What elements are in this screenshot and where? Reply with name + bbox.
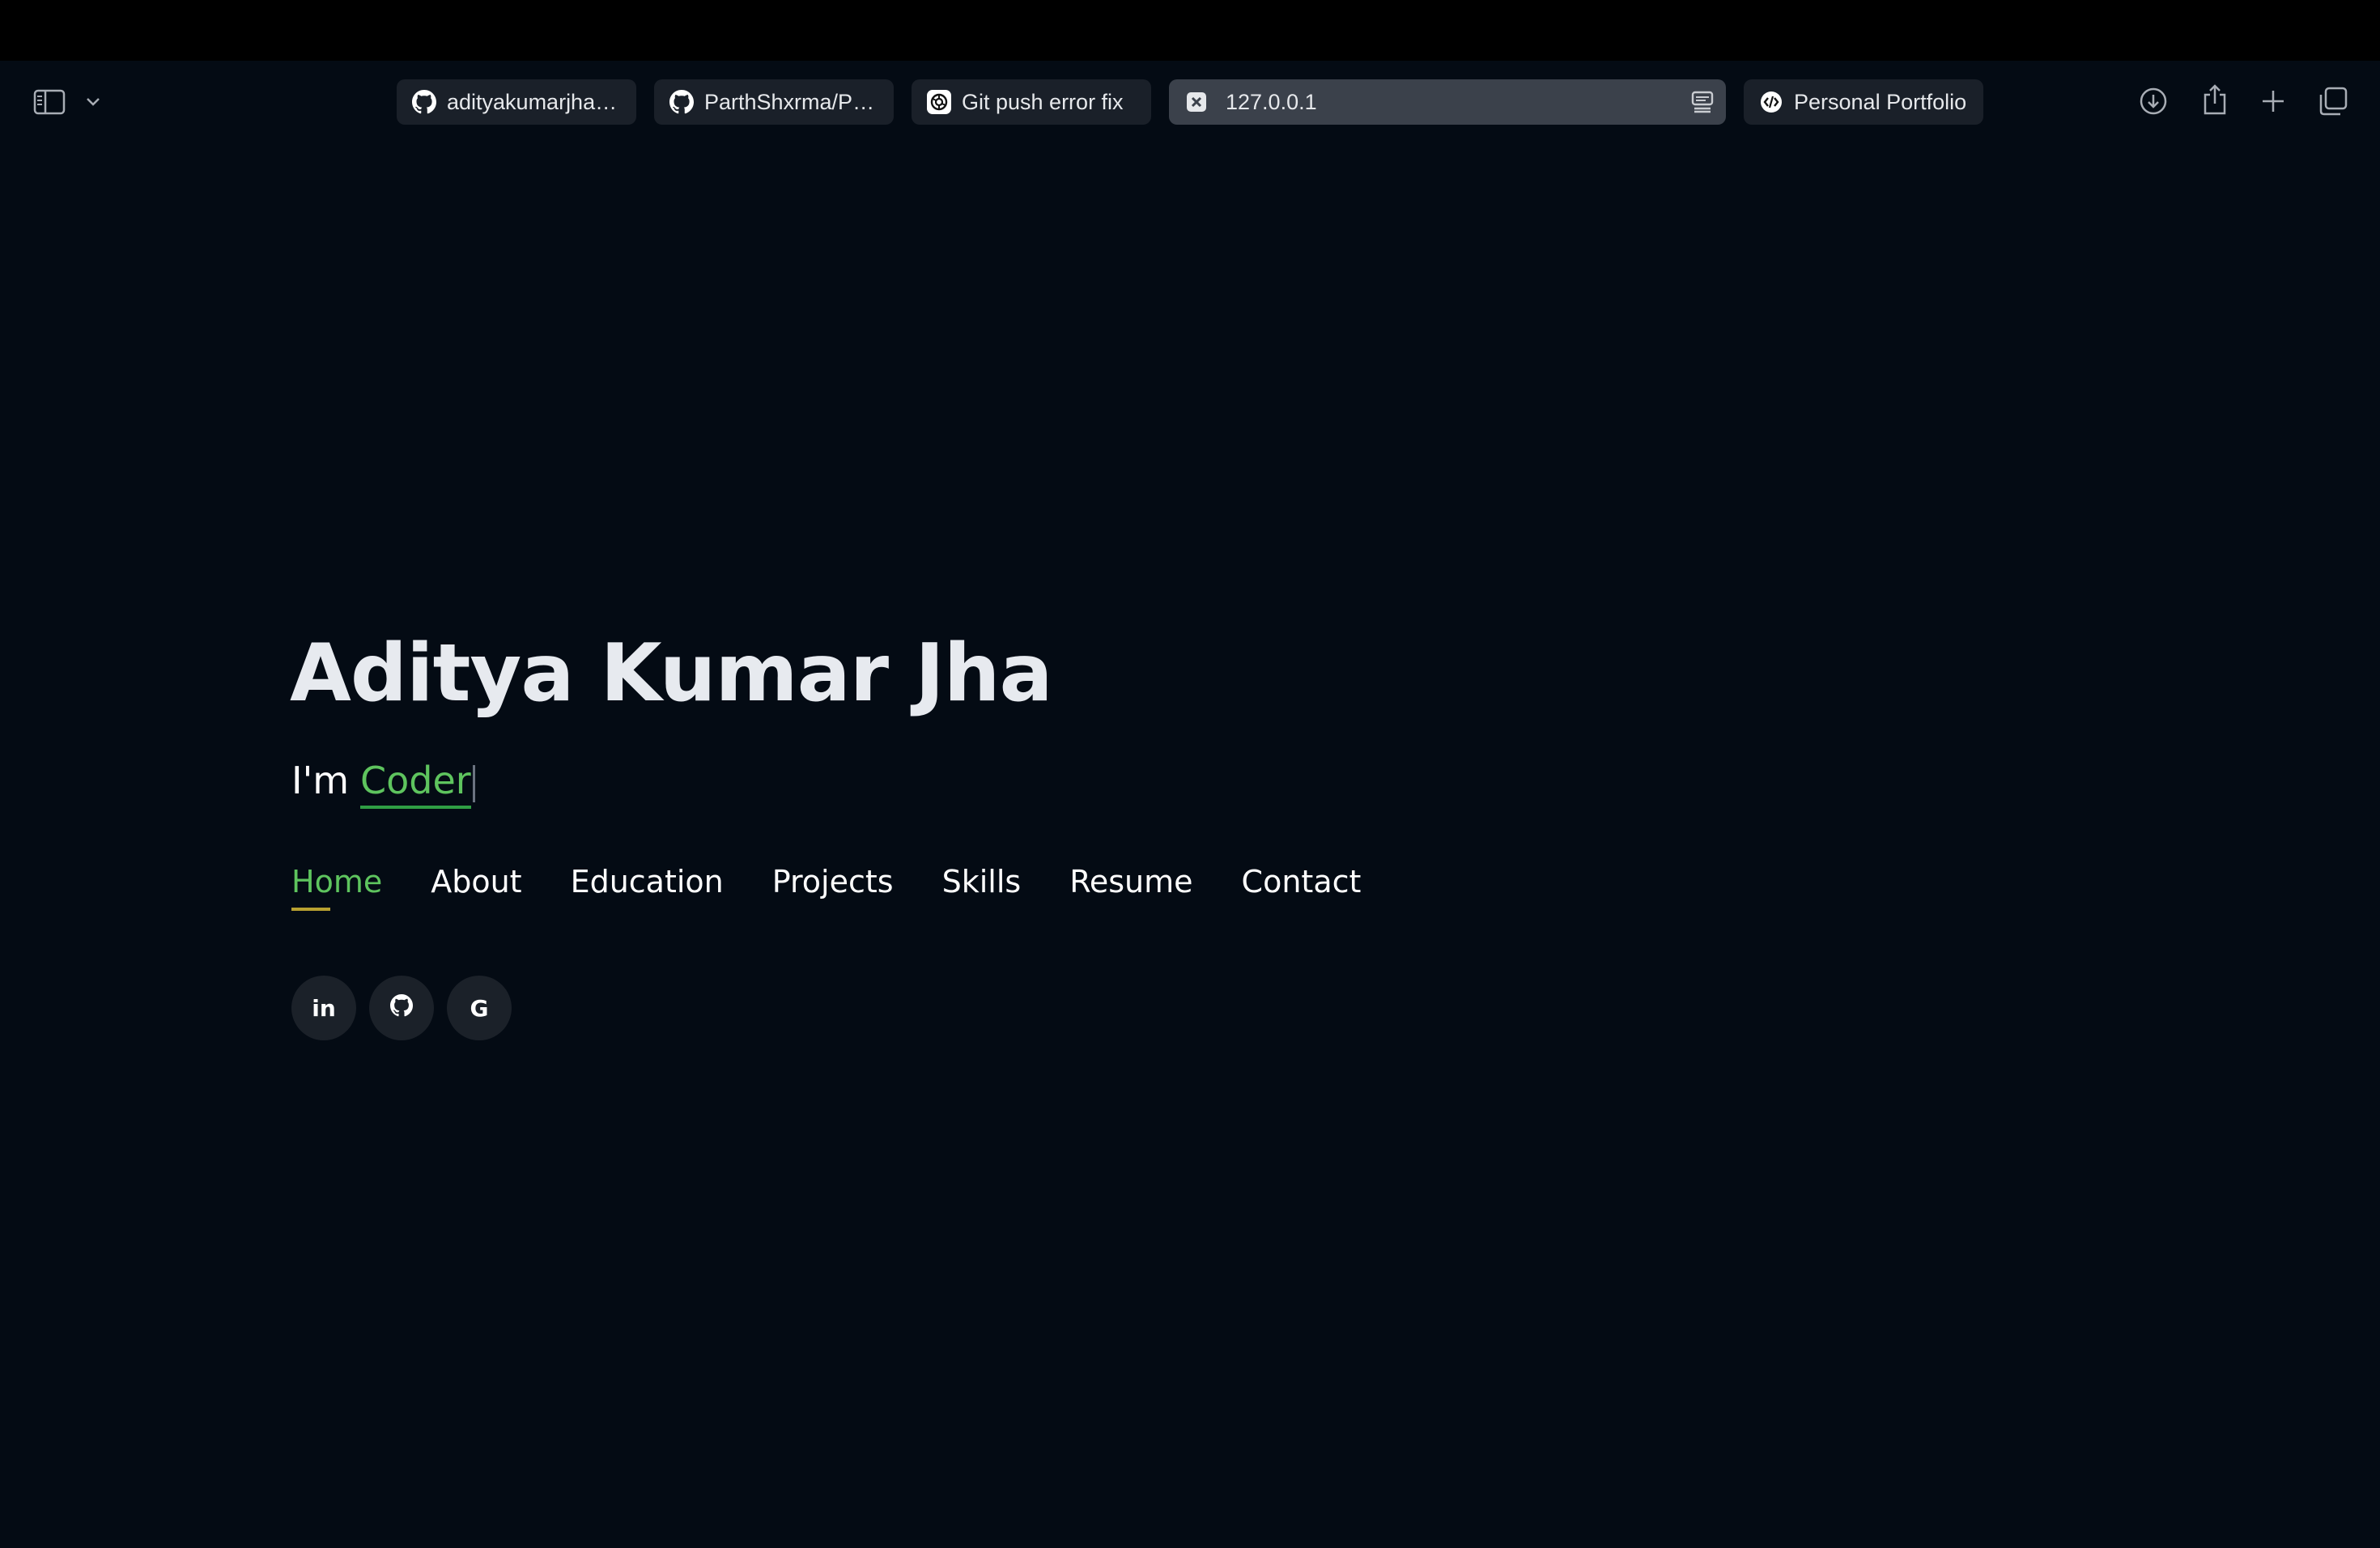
openai-icon xyxy=(926,89,952,115)
tab-label: Git push error fix xyxy=(962,89,1124,114)
tab-personal-portfolio[interactable]: Personal Portfolio xyxy=(1744,79,1983,125)
linkedin-button[interactable]: in xyxy=(291,976,356,1040)
tab-chatgpt[interactable]: Git push error fix xyxy=(912,79,1151,125)
reader-mode-icon[interactable] xyxy=(1690,90,1715,114)
google-button[interactable]: G xyxy=(447,976,512,1040)
nav-education[interactable]: Education xyxy=(571,864,724,911)
tab-label: adityakumarjha1... xyxy=(447,89,625,114)
sidebar-menu-button[interactable] xyxy=(81,90,105,114)
tab-github-parthshxrma[interactable]: ParthShxrma/Po... xyxy=(654,79,894,125)
typing-caret xyxy=(472,765,475,802)
sidebar-icon xyxy=(33,89,66,115)
typed-prefix: I'm xyxy=(291,759,350,802)
browser-toolbar: adityakumarjha1... ParthShxrma/Po... Git… xyxy=(0,61,2380,142)
tab-label: ParthShxrma/Po... xyxy=(704,89,882,114)
hero-section: Aditya Kumar Jha I'm Coder Home About Ed… xyxy=(0,142,2380,1548)
github-button[interactable] xyxy=(369,976,434,1040)
social-links: in G xyxy=(291,976,512,1040)
tab-overview-button[interactable] xyxy=(2315,83,2351,119)
nav-skills[interactable]: Skills xyxy=(942,864,1022,911)
github-icon xyxy=(411,89,437,115)
hero-name: Aditya Kumar Jha xyxy=(290,627,1053,720)
share-button[interactable] xyxy=(2197,80,2233,119)
plus-icon xyxy=(2263,91,2284,112)
nav-contact[interactable]: Contact xyxy=(1242,864,1362,911)
chevron-down-icon xyxy=(87,98,100,106)
nav-about[interactable]: About xyxy=(431,864,521,911)
tab-github-adityakumarjha[interactable]: adityakumarjha1... xyxy=(397,79,636,125)
new-tab-button[interactable] xyxy=(2255,83,2291,119)
nav-home[interactable]: Home xyxy=(291,864,382,911)
typed-word: Coder xyxy=(360,759,471,809)
sidebar-toggle-button[interactable] xyxy=(31,85,68,119)
tab-overview-icon xyxy=(2319,87,2348,116)
tab-label: 127.0.0.1 xyxy=(1226,89,1317,114)
linkedin-icon: in xyxy=(312,994,336,1022)
downloads-button[interactable] xyxy=(2136,83,2171,119)
code-icon xyxy=(1758,89,1784,115)
close-square-icon xyxy=(1184,89,1209,115)
tab-localhost-active[interactable]: 127.0.0.1 xyxy=(1169,79,1726,125)
main-nav: Home About Education Projects Skills Res… xyxy=(291,864,1361,911)
nav-resume[interactable]: Resume xyxy=(1069,864,1192,911)
github-icon xyxy=(390,993,413,1023)
typed-subtitle: I'm Coder xyxy=(291,759,475,809)
github-icon xyxy=(669,89,695,115)
nav-projects[interactable]: Projects xyxy=(772,864,894,911)
screen-bezel xyxy=(0,0,2380,61)
share-icon xyxy=(2204,84,2226,115)
tab-label: Personal Portfolio xyxy=(1794,89,1967,114)
google-icon: G xyxy=(470,994,489,1022)
download-icon xyxy=(2140,87,2167,115)
